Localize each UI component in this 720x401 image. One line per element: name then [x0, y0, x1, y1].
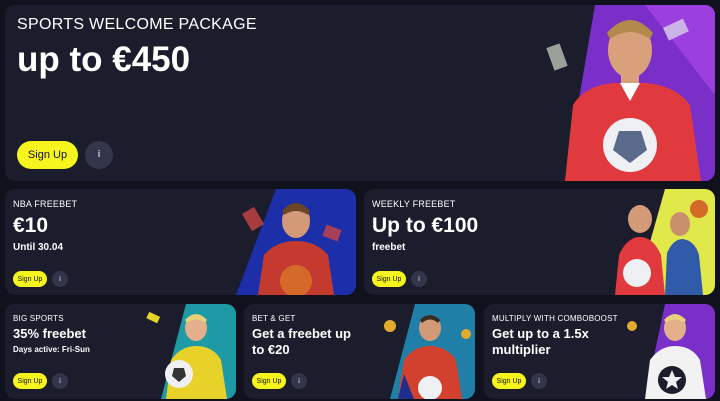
promo-subtext: Until 30.04	[13, 242, 64, 253]
promo-eyebrow: MULTIPLY WITH COMBOBOOST	[492, 314, 618, 323]
basketball-player-illustration	[236, 189, 356, 295]
sign-up-button[interactable]: Sign Up	[252, 373, 286, 389]
info-icon[interactable]: i	[411, 271, 427, 287]
promo-amount: up to €450	[17, 40, 191, 79]
sign-up-button[interactable]: Sign Up	[372, 271, 406, 287]
promo-amount: €10	[13, 214, 49, 237]
info-icon[interactable]: i	[52, 271, 68, 287]
soccer-player-illustration	[384, 304, 475, 399]
promo-title: 35% freebet	[13, 326, 86, 341]
sign-up-button[interactable]: Sign Up	[13, 271, 47, 287]
promo-title-line-2: multiplier	[492, 342, 551, 357]
sign-up-button[interactable]: Sign Up	[17, 141, 78, 169]
info-icon[interactable]: i	[85, 141, 113, 169]
promo-title: Get a freebet up to €20	[252, 326, 351, 358]
weekly-freebet-card[interactable]: WEEKLY FREEBET Up to €100 freebet Sign U…	[364, 189, 715, 295]
info-icon[interactable]: i	[52, 373, 68, 389]
nba-freebet-card[interactable]: NBA FREEBET €10 Until 30.04 Sign Up i	[5, 189, 356, 295]
sports-players-illustration	[615, 189, 715, 295]
promo-title: Get up to a 1.5x multiplier	[492, 326, 589, 358]
promo-title-line-1: Get a freebet up	[252, 326, 351, 341]
promo-subtext: Days active: Fri-Sun	[13, 345, 90, 354]
promo-title-line-1: Get up to a 1.5x	[492, 326, 589, 341]
promo-eyebrow: WEEKLY FREEBET	[372, 199, 456, 209]
bet-and-get-card[interactable]: BET & GET Get a freebet up to €20 Sign U…	[244, 304, 475, 399]
big-sports-card[interactable]: BIG SPORTS 35% freebet Days active: Fri-…	[5, 304, 236, 399]
sign-up-button[interactable]: Sign Up	[13, 373, 47, 389]
champions-player-illustration	[627, 304, 715, 399]
info-icon[interactable]: i	[291, 373, 307, 389]
promo-eyebrow: BET & GET	[252, 314, 296, 323]
info-icon[interactable]: i	[531, 373, 547, 389]
goalkeeper-illustration	[146, 304, 236, 399]
promo-eyebrow: NBA FREEBET	[13, 199, 78, 209]
welcome-package-card[interactable]: SPORTS WELCOME PACKAGE up to €450 Sign U…	[5, 5, 715, 181]
sign-up-button[interactable]: Sign Up	[492, 373, 526, 389]
promo-subtext: freebet	[372, 242, 406, 253]
football-player-illustration	[546, 5, 715, 181]
promo-eyebrow: SPORTS WELCOME PACKAGE	[17, 16, 257, 33]
promo-amount: Up to €100	[372, 214, 479, 237]
promo-eyebrow: BIG SPORTS	[13, 314, 64, 323]
comboboost-card[interactable]: MULTIPLY WITH COMBOBOOST Get up to a 1.5…	[484, 304, 715, 399]
promo-title-line-2: to €20	[252, 342, 290, 357]
